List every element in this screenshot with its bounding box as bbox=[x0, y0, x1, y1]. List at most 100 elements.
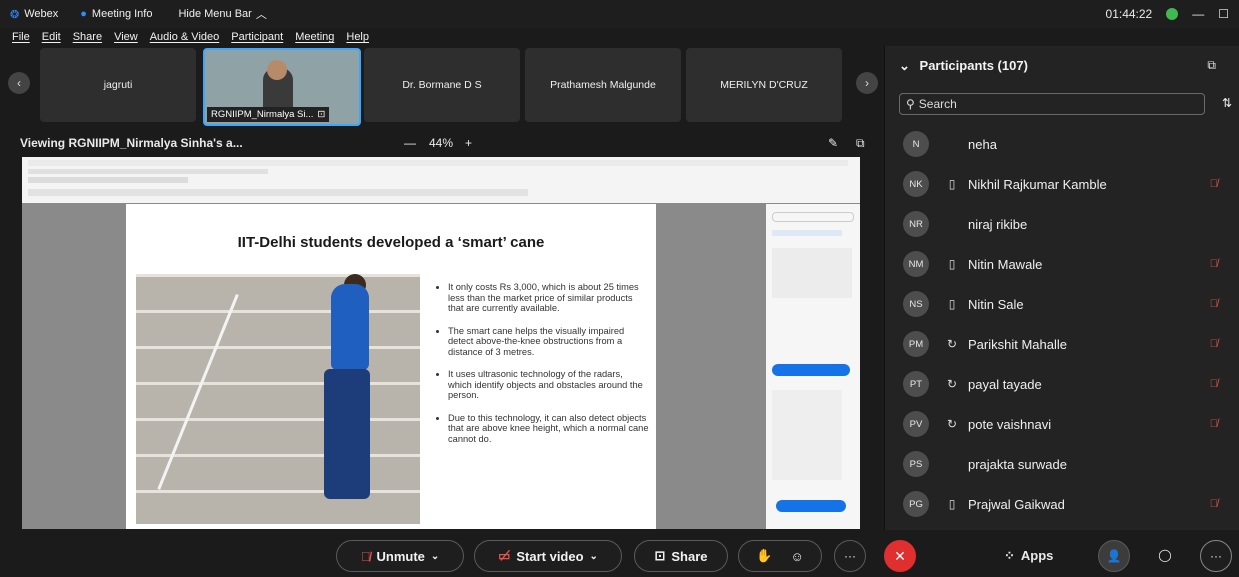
participant-row[interactable]: PT ↻ payal tayade 🎙̸ bbox=[885, 364, 1239, 404]
walker-shirt bbox=[331, 284, 369, 370]
video-tile-merilyn[interactable]: MERILYN D'CRUZ bbox=[686, 48, 842, 122]
sync-icon: ↻ bbox=[946, 377, 958, 391]
hide-menu-bar-button[interactable]: Hide Menu Bar ︿ bbox=[178, 6, 266, 22]
participant-row[interactable]: N neha bbox=[885, 124, 1239, 164]
menu-edit[interactable]: Edit bbox=[42, 31, 61, 43]
sync-icon: ↻ bbox=[946, 337, 958, 351]
hide-menu-bar-label: Hide Menu Bar bbox=[178, 8, 252, 20]
participant-search-input[interactable]: ⚲ Search bbox=[899, 93, 1205, 115]
more-options-button[interactable]: ··· bbox=[834, 540, 866, 572]
chevron-right-icon: › bbox=[865, 76, 869, 90]
sort-icon[interactable]: ⇅ bbox=[1222, 96, 1232, 110]
unmute-button[interactable]: 🎙̸ Unmute ⌄ bbox=[336, 540, 464, 572]
bullet-item: Due to this technology, it can also dete… bbox=[448, 413, 649, 445]
participants-icon: 👤 bbox=[1106, 549, 1122, 563]
participants-title: Participants (107) bbox=[919, 58, 1028, 73]
microphone-muted-icon: 🎙̸ bbox=[360, 548, 371, 564]
participant-row[interactable]: PV ↻ pote vaishnavi 🎙̸ bbox=[885, 404, 1239, 444]
muted-microphone-icon[interactable]: 🎙̸ bbox=[1210, 338, 1218, 350]
muted-microphone-icon[interactable]: 🎙̸ bbox=[1210, 418, 1218, 430]
acrobat-export-header bbox=[772, 230, 842, 236]
popout-panel-icon[interactable]: ⧉ bbox=[1207, 58, 1216, 73]
menu-meeting[interactable]: Meeting bbox=[295, 31, 334, 43]
acrobat-menubar bbox=[28, 169, 268, 174]
device-icon: ▯ bbox=[948, 297, 956, 311]
avatar: PS bbox=[903, 451, 929, 477]
viewing-bar: Viewing RGNIIPM_Nirmalya Sinha's a... — … bbox=[0, 130, 884, 156]
avatar: NR bbox=[903, 211, 929, 237]
acrobat-toolbar bbox=[22, 157, 860, 203]
participant-row[interactable]: NS ▯ Nitin Sale 🎙̸ bbox=[885, 284, 1239, 324]
participant-name: Nikhil Rajkumar Kamble bbox=[968, 176, 1107, 192]
stair-step bbox=[136, 346, 420, 383]
pop-out-icon[interactable]: ⧉ bbox=[856, 136, 865, 151]
zoom-level: 44% bbox=[429, 136, 454, 150]
app-name: Webex bbox=[24, 8, 59, 20]
close-icon: ✕ bbox=[894, 547, 906, 564]
avatar: N bbox=[903, 131, 929, 157]
more-panels-button[interactable]: ··· bbox=[1200, 540, 1232, 572]
muted-microphone-icon[interactable]: 🎙̸ bbox=[1210, 258, 1218, 270]
muted-microphone-icon[interactable]: 🎙̸ bbox=[1210, 498, 1218, 510]
chat-button[interactable]: ◯ bbox=[1150, 540, 1180, 570]
stair-step bbox=[136, 274, 420, 311]
annotate-icon[interactable]: ✎ bbox=[828, 136, 838, 150]
menu-participant[interactable]: Participant bbox=[231, 31, 283, 43]
video-tile-active-speaker[interactable]: RGNIIPM_Nirmalya Si... ⊡ bbox=[203, 48, 361, 126]
menu-file[interactable]: File bbox=[12, 31, 30, 43]
participant-name: pote vaishnavi bbox=[968, 416, 1052, 432]
muted-microphone-icon[interactable]: 🎙̸ bbox=[1210, 178, 1218, 190]
end-meeting-button[interactable]: ✕ bbox=[884, 540, 916, 572]
meeting-timer: 01:44:22 bbox=[1105, 7, 1153, 21]
webex-app-menu[interactable]: ❂ Webex bbox=[10, 8, 58, 21]
participant-row[interactable]: PG ▯ Prajwal Gaikwad 🎙̸ bbox=[885, 484, 1239, 524]
shared-screen: IIT-Delhi students developed a ‘smart’ c… bbox=[22, 157, 860, 529]
menu-help[interactable]: Help bbox=[346, 31, 369, 43]
strip-prev-button[interactable]: ‹ bbox=[8, 72, 30, 94]
avatar: PT bbox=[903, 371, 929, 397]
viewing-label: Viewing RGNIIPM_Nirmalya Sinha's a... bbox=[20, 136, 243, 150]
acrobat-convert-button bbox=[772, 364, 850, 376]
stair-step bbox=[136, 310, 420, 347]
participants-button[interactable]: 👤 bbox=[1098, 540, 1130, 572]
participant-name: Nitin Mawale bbox=[968, 256, 1043, 272]
participant-row[interactable]: PM ↻ Parikshit Mahalle 🎙̸ bbox=[885, 324, 1239, 364]
zoom-out-button[interactable]: — bbox=[404, 136, 416, 150]
participant-row[interactable]: NK ▯ Nikhil Rajkumar Kamble 🎙̸ bbox=[885, 164, 1239, 204]
participant-name: Prajwal Gaikwad bbox=[968, 496, 1065, 512]
muted-microphone-icon[interactable]: 🎙̸ bbox=[1210, 298, 1218, 310]
raise-hand-icon[interactable]: ✋ bbox=[756, 548, 772, 564]
participant-row[interactable]: PS prajakta surwade bbox=[885, 444, 1239, 484]
participants-header[interactable]: ⌄ Participants (107) bbox=[899, 58, 1028, 74]
strip-next-button[interactable]: › bbox=[856, 72, 878, 94]
participant-row[interactable]: NR niraj rikibe bbox=[885, 204, 1239, 244]
zoom-in-button[interactable]: + bbox=[465, 136, 472, 150]
video-tile-bormane[interactable]: Dr. Bormane D S bbox=[364, 48, 520, 122]
avatar: NK bbox=[903, 171, 929, 197]
menu-audio-video[interactable]: Audio & Video bbox=[150, 31, 220, 43]
bullet-item: It uses ultrasonic technology of the rad… bbox=[448, 369, 649, 401]
video-tile-jagruti[interactable]: jagruti bbox=[40, 48, 196, 122]
share-button[interactable]: ⊡ Share bbox=[634, 540, 728, 572]
stair-step bbox=[136, 490, 420, 524]
smart-cane-photo bbox=[136, 274, 420, 524]
emoji-reaction-icon[interactable]: ☺ bbox=[790, 549, 803, 564]
participant-name: niraj rikibe bbox=[968, 216, 1028, 232]
device-icon: ▯ bbox=[948, 257, 956, 271]
menu-view[interactable]: View bbox=[114, 31, 138, 43]
video-tile-prathamesh[interactable]: Prathamesh Malgunde bbox=[525, 48, 681, 122]
muted-microphone-icon[interactable]: 🎙̸ bbox=[1210, 378, 1218, 390]
stair-step bbox=[136, 382, 420, 419]
more-panels-icon: ··· bbox=[1210, 549, 1222, 563]
meeting-controls: 🎙̸ Unmute ⌄ ▭̸ Start video ⌄ ⊡ Share ✋ ☺… bbox=[0, 533, 1239, 577]
screen-share-icon: ⊡ bbox=[317, 109, 326, 120]
tile-name: RGNIIPM_Nirmalya Si... bbox=[211, 109, 314, 120]
participant-row[interactable]: NM ▯ Nitin Mawale 🎙̸ bbox=[885, 244, 1239, 284]
start-video-button[interactable]: ▭̸ Start video ⌄ bbox=[474, 540, 622, 572]
minimize-icon[interactable]: — bbox=[1192, 7, 1204, 21]
meeting-info-button[interactable]: ● Meeting Info bbox=[80, 8, 152, 20]
apps-button[interactable]: ⁘ Apps bbox=[1004, 548, 1053, 564]
maximize-icon[interactable]: ☐ bbox=[1218, 7, 1229, 21]
menu-share[interactable]: Share bbox=[73, 31, 102, 43]
tile-name: Dr. Bormane D S bbox=[402, 79, 482, 91]
